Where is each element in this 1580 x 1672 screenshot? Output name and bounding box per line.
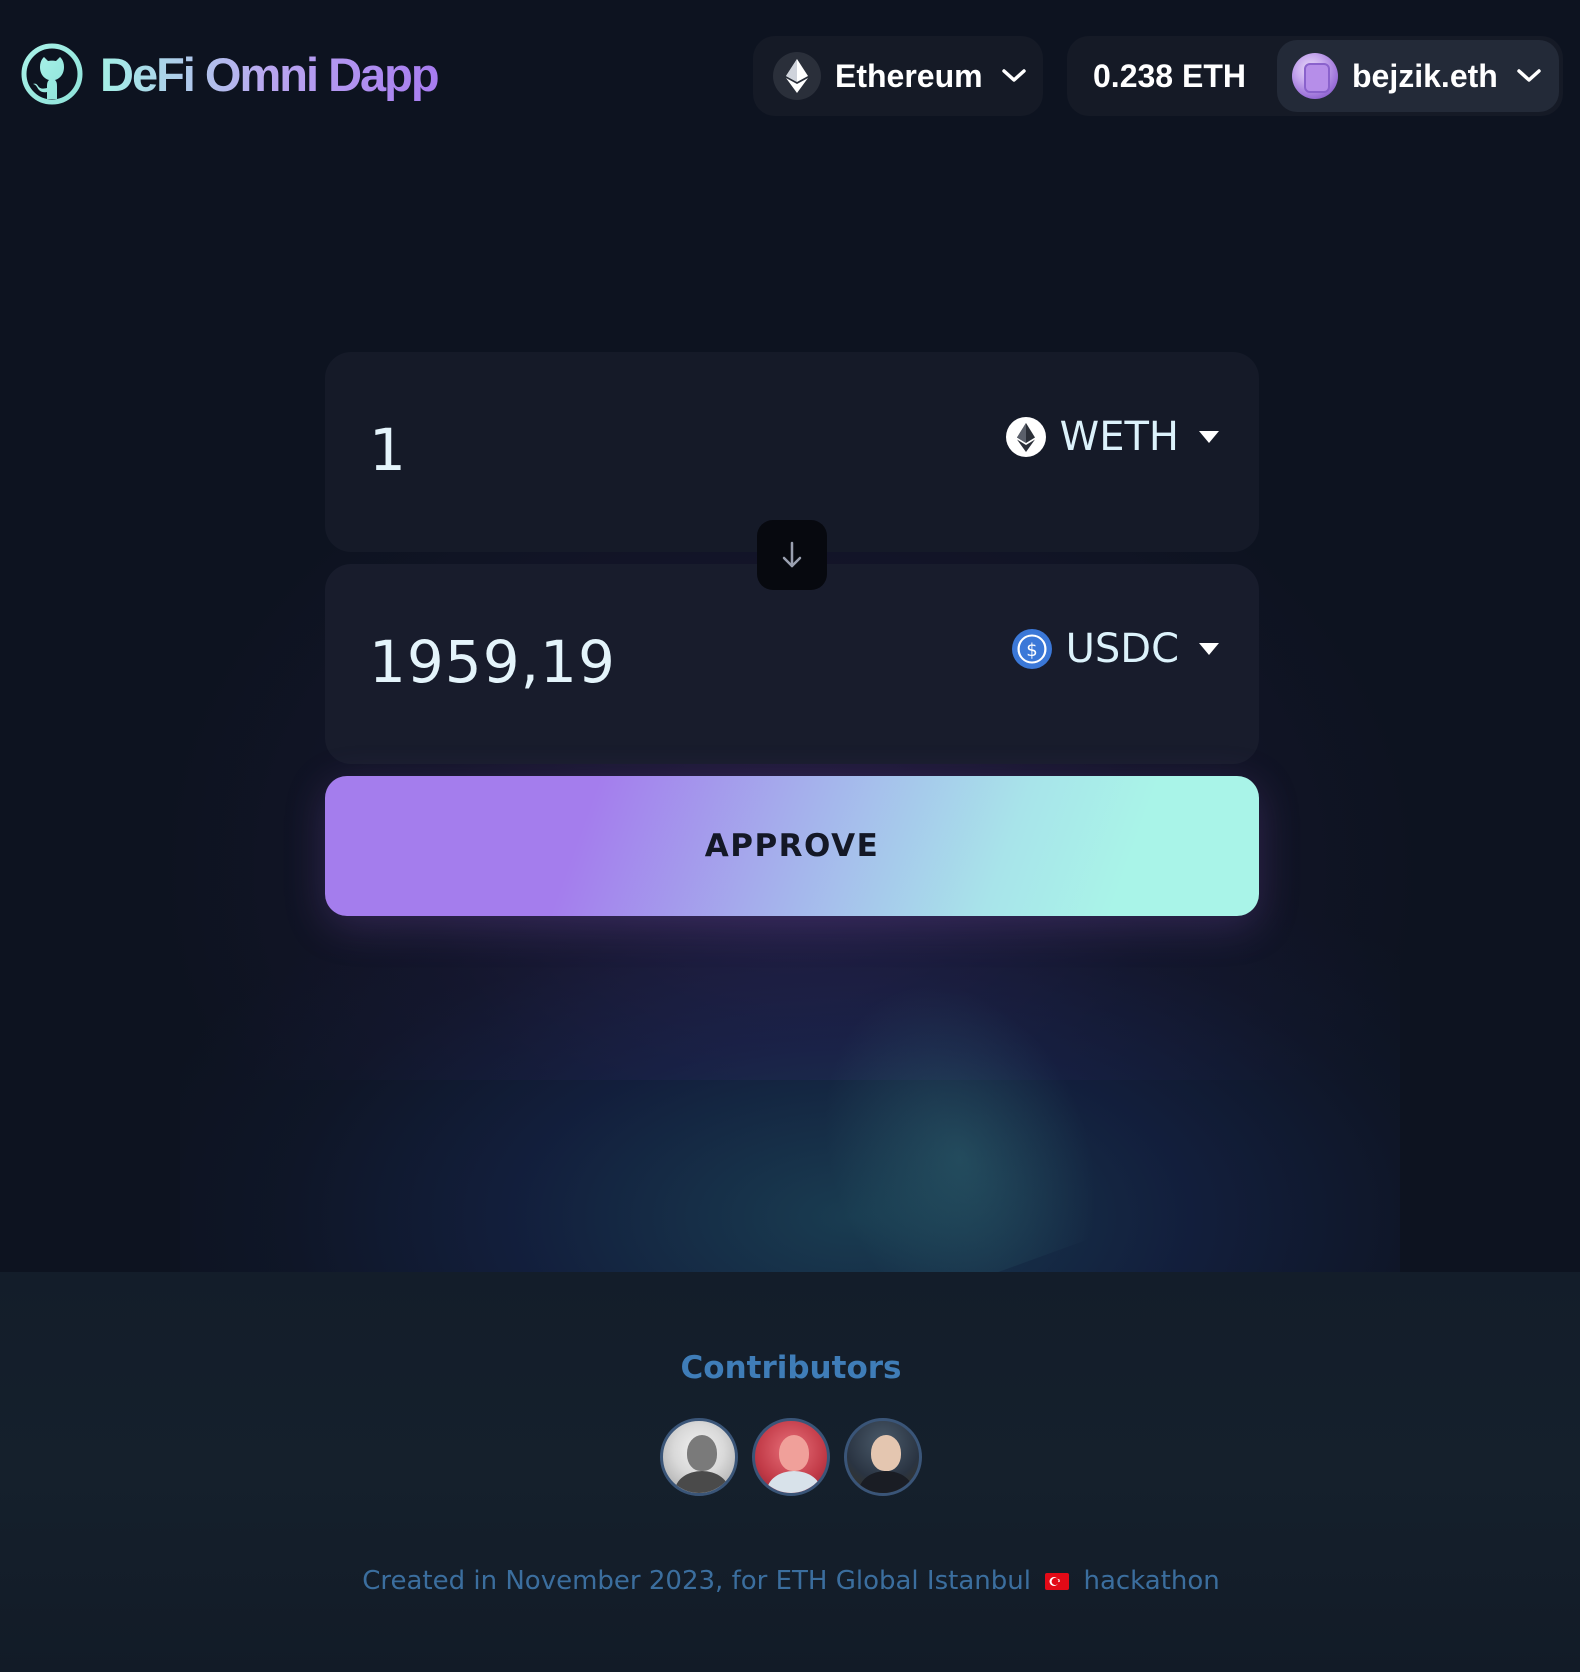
- credit-prefix: Created in November 2023, for ETH Global…: [362, 1566, 1031, 1596]
- usdc-icon: $: [1011, 629, 1052, 669]
- avatar-body: [675, 1471, 729, 1493]
- chevron-down-icon: [1517, 69, 1541, 82]
- from-amount-input[interactable]: 1: [369, 416, 407, 484]
- flip-direction-button[interactable]: [757, 520, 827, 590]
- to-token-symbol: USDC: [1065, 626, 1179, 672]
- avatar-face: [779, 1435, 809, 1471]
- from-token-selector[interactable]: WETH: [1005, 414, 1219, 460]
- avatar-face: [871, 1435, 901, 1471]
- approve-label: APPROVE: [704, 828, 880, 864]
- approve-button[interactable]: APPROVE: [325, 776, 1259, 916]
- avatar-body: [767, 1471, 821, 1493]
- caret-down-icon: [1199, 431, 1219, 443]
- page: DeFi Omni Dapp Ethereum 0.238 ETH bejzik…: [0, 0, 1580, 1672]
- to-token-panel: 1959,19 $ USDC: [325, 564, 1259, 764]
- app-title: DeFi Omni Dapp: [100, 47, 440, 101]
- caret-down-icon: [1199, 643, 1219, 655]
- credit-suffix: hackathon: [1083, 1566, 1220, 1596]
- account-avatar: [1292, 53, 1338, 99]
- contributor-avatar[interactable]: [844, 1418, 922, 1496]
- avatar-body: [859, 1471, 913, 1493]
- account-panel: 0.238 ETH bejzik.eth: [1067, 36, 1563, 116]
- wallet-balance: 0.238 ETH: [1093, 57, 1246, 94]
- background-glow-teal: [776, 944, 1124, 1316]
- svg-text:$: $: [1026, 640, 1037, 661]
- arrow-down-icon: [782, 541, 802, 568]
- chevron-down-icon: [1001, 69, 1026, 82]
- to-token-selector[interactable]: $ USDC: [1011, 626, 1219, 672]
- header: DeFi Omni Dapp Ethereum 0.238 ETH bejzik…: [0, 0, 1580, 150]
- turkey-flag-icon: [1045, 1573, 1070, 1590]
- ethereum-icon: [1005, 417, 1046, 457]
- from-token-symbol: WETH: [1059, 414, 1179, 460]
- to-amount-output: 1959,19: [369, 628, 616, 696]
- avatar-face: [687, 1435, 717, 1471]
- contributor-avatar[interactable]: [752, 1418, 830, 1496]
- logo[interactable]: DeFi Omni Dapp: [20, 42, 440, 106]
- contributor-avatar[interactable]: [660, 1418, 738, 1496]
- account-button[interactable]: bejzik.eth: [1277, 40, 1559, 112]
- background-glow-blue: [180, 860, 1400, 1280]
- network-label: Ethereum: [835, 57, 983, 94]
- swap-card: 1 WETH 1959,19 $ USDC: [325, 352, 1259, 764]
- credit-line: Created in November 2023, for ETH Global…: [0, 1566, 1580, 1596]
- ethereum-icon: [773, 52, 821, 100]
- account-label: bejzik.eth: [1352, 57, 1498, 94]
- contributors-list: [660, 1418, 922, 1496]
- contributors-title: Contributors: [680, 1350, 902, 1386]
- github-icon: [21, 43, 83, 105]
- network-selector[interactable]: Ethereum: [753, 36, 1043, 116]
